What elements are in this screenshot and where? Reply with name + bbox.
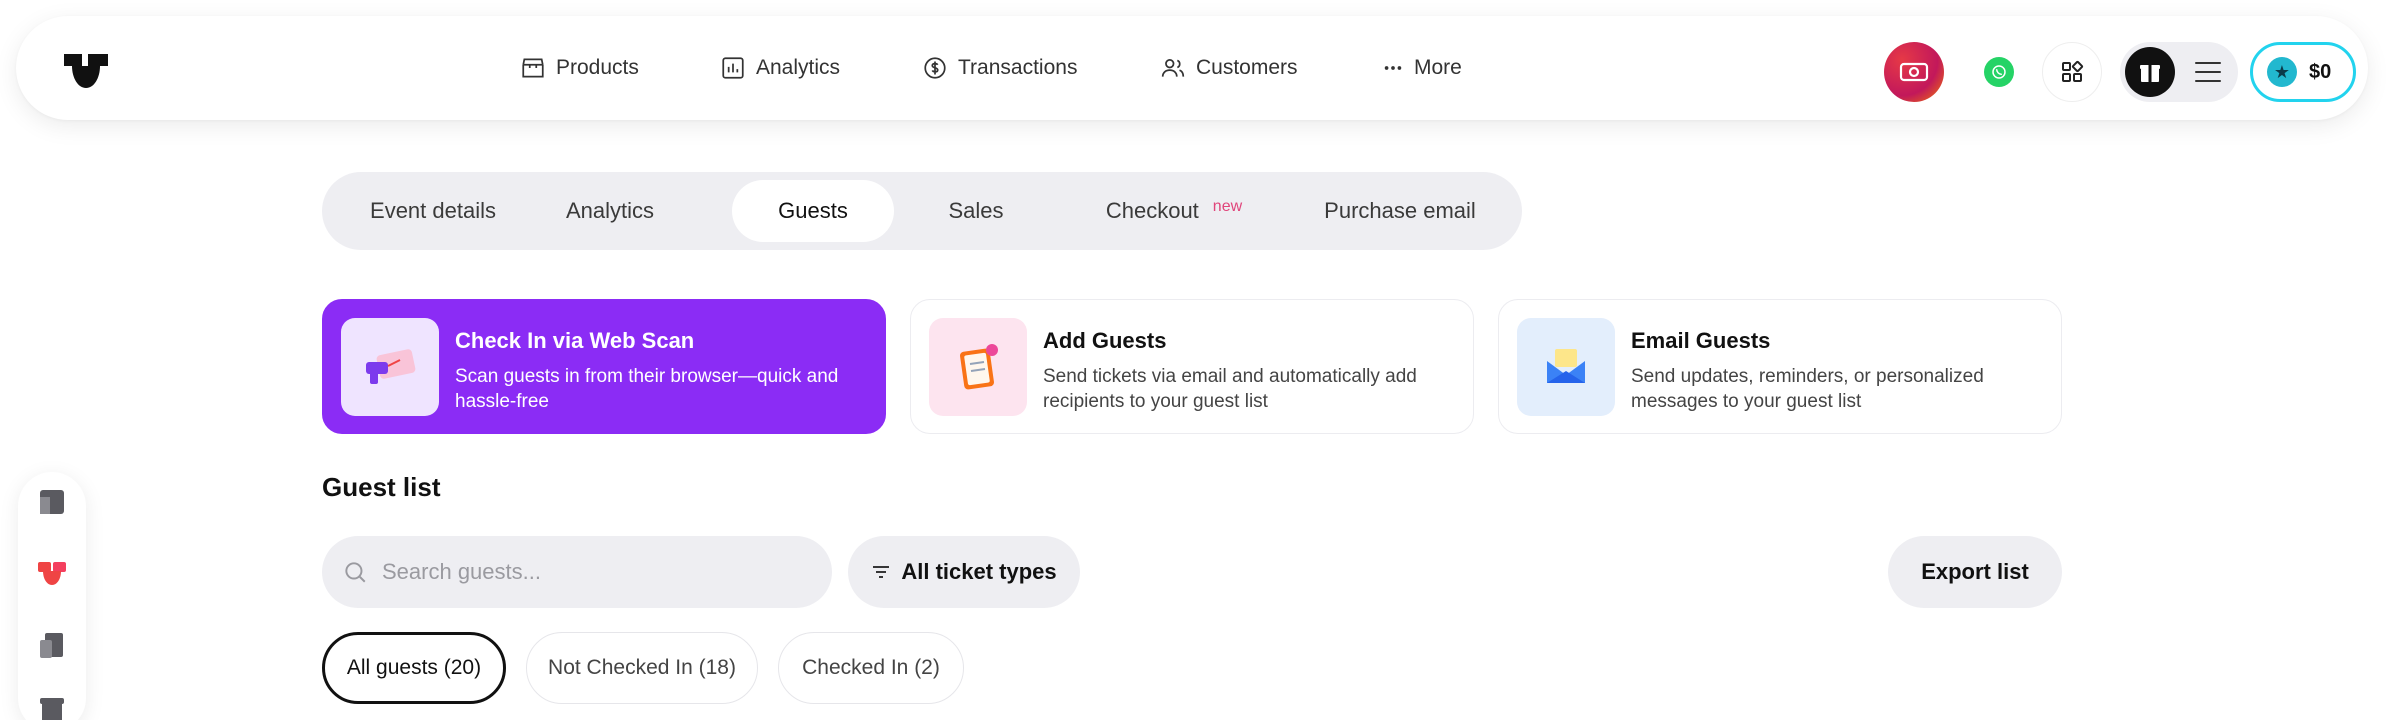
brand-logo[interactable] [62,50,110,92]
card-title: Email Guests [1631,328,1771,353]
balance-amount: $0 [2309,60,2332,83]
nav-label: Products [556,56,639,79]
card-description: Scan guests in from their browser—quick … [455,366,839,412]
ticket-type-filter[interactable]: All ticket types [848,536,1080,608]
bar-chart-icon [722,57,744,79]
apps-button[interactable] [2042,42,2102,102]
chip-all-guests[interactable]: All guests (20) [322,632,506,704]
nav-label: Transactions [958,56,1078,79]
email-guests-card[interactable]: Email Guests Send updates, reminders, or… [1498,299,2062,434]
nav-label: More [1414,56,1462,79]
nav-label: Analytics [756,56,841,79]
store-icon[interactable] [36,694,68,720]
chip-checked-in[interactable]: Checked In (2) [778,632,964,704]
nav-analytics[interactable]: Analytics [720,16,840,120]
export-label: Export list [1921,559,2029,584]
card-title: Check In via Web Scan [455,328,695,353]
clipboard-icon [929,318,1027,416]
brand-icon[interactable] [36,558,68,590]
whatsapp-icon [1992,65,2006,79]
dollar-circle-icon [924,57,946,79]
side-rail [18,472,86,720]
balance-button[interactable]: ★ $0 [2250,42,2356,102]
guest-list-heading: Guest list [322,472,441,502]
whatsapp-button[interactable] [1984,57,2014,87]
nav-products[interactable]: Products [520,16,639,120]
tab-event-details[interactable]: Event details [348,180,518,242]
envelope-icon [1517,318,1615,416]
cash-icon [1899,62,1929,82]
users-icon [1161,59,1185,77]
filter-label: All ticket types [901,559,1057,584]
card-title: Add Guests [1043,328,1167,353]
scanner-icon [341,318,439,416]
search-input[interactable] [382,559,802,585]
hamburger-icon [2195,62,2221,82]
top-navbar: Products Analytics Transactions Customer… [16,16,2368,120]
new-badge: new [1212,198,1243,215]
dots-icon [1384,66,1402,70]
search-icon [345,562,366,583]
grid-icon [2062,60,2084,82]
filter-icon [873,566,890,578]
nav-transactions[interactable]: Transactions [922,16,1077,120]
cash-button[interactable] [1884,42,1944,102]
star-icon: ★ [2267,57,2297,87]
tab-checkout[interactable]: Checkout new [1074,180,1274,242]
layout-icon[interactable] [36,486,68,518]
tab-analytics[interactable]: Analytics [540,180,680,242]
store-icon [522,58,544,78]
tab-guests[interactable]: Guests [732,180,894,242]
gift-icon [2125,47,2175,97]
account-menu[interactable] [2120,42,2238,102]
card-description: Send updates, reminders, or personalized… [1631,366,1984,412]
export-list-button[interactable]: Export list [1888,536,2062,608]
tab-sales[interactable]: Sales [916,180,1036,242]
nav-label: Customers [1196,56,1298,79]
card-description: Send tickets via email and automatically… [1043,366,1417,412]
nav-more[interactable]: More [1382,16,1462,120]
event-tabs: Event details Analytics Guests Sales Che… [322,172,1522,250]
add-guests-card[interactable]: Add Guests Send tickets via email and au… [910,299,1474,434]
pages-icon[interactable] [36,630,68,662]
check-in-web-scan-card[interactable]: Check In via Web Scan Scan guests in fro… [322,299,886,434]
tab-purchase-email[interactable]: Purchase email [1300,180,1500,242]
search-guests [322,536,832,608]
chip-not-checked-in[interactable]: Not Checked In (18) [526,632,758,704]
nav-customers[interactable]: Customers [1160,16,1298,120]
